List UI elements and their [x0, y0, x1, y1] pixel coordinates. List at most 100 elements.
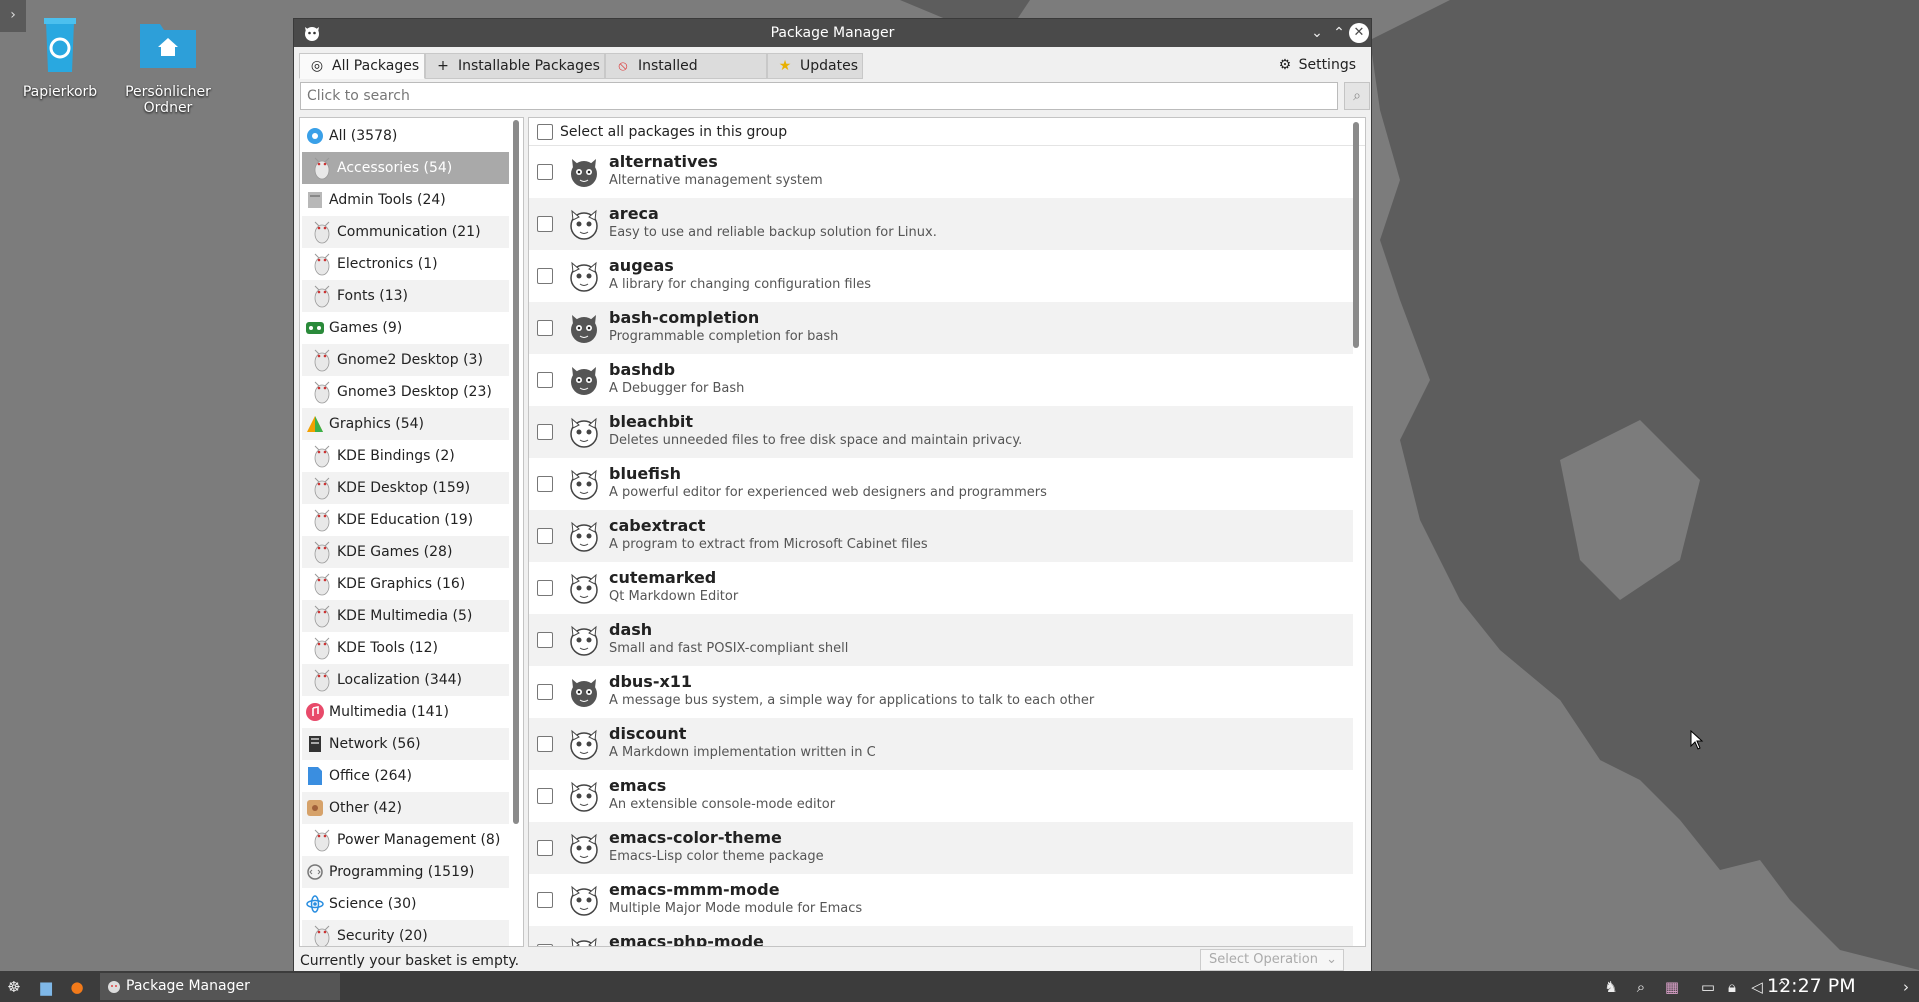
package-checkbox[interactable]: [537, 268, 553, 284]
package-row[interactable]: discount A Markdown implementation writte…: [529, 718, 1353, 770]
package-row[interactable]: cutemarked Qt Markdown Editor: [529, 562, 1353, 614]
package-row[interactable]: dbus-x11 A message bus system, a simple w…: [529, 666, 1353, 718]
package-checkbox[interactable]: [537, 892, 553, 908]
sidebar-group-item[interactable]: KDE Multimedia (5): [302, 600, 509, 632]
sidebar-group-item[interactable]: Other (42): [302, 792, 509, 824]
package-checkbox[interactable]: [537, 580, 553, 596]
package-row[interactable]: alternatives Alternative management syste…: [529, 146, 1353, 198]
package-row[interactable]: emacs-php-mode: [529, 926, 1353, 946]
package-row[interactable]: bash-completion Programmable completion f…: [529, 302, 1353, 354]
package-checkbox[interactable]: [537, 788, 553, 804]
sidebar-group-item[interactable]: All (3578): [302, 120, 509, 152]
search-icon: ⌕: [1353, 88, 1361, 104]
tab-all-packages[interactable]: ◎ All Packages: [299, 53, 425, 79]
package-list-scrollbar[interactable]: [1353, 122, 1359, 348]
monitor-icon[interactable]: ▦: [1662, 977, 1682, 997]
desktop-icon-trash[interactable]: Papierkorb: [0, 12, 120, 100]
volume-icon[interactable]: ◁: [1747, 977, 1767, 997]
desktop-icon-home[interactable]: Persönlicher Ordner: [108, 12, 228, 116]
search-input[interactable]: [300, 82, 1338, 110]
display-icon[interactable]: ▭: [1698, 977, 1718, 997]
package-list: alternatives Alternative management syste…: [529, 146, 1353, 946]
sidebar-group-item[interactable]: Programming (1519): [302, 856, 509, 888]
group-list-scrollbar[interactable]: [513, 120, 519, 824]
search-row: ⌕: [300, 82, 1370, 110]
sidebar-group-item[interactable]: KDE Bindings (2): [302, 440, 509, 472]
sidebar-group-item[interactable]: Security (20): [302, 920, 509, 946]
maximize-button[interactable]: ⌃: [1329, 23, 1349, 43]
games-icon: [305, 318, 325, 338]
search-icon[interactable]: ⌕: [1631, 977, 1651, 997]
clock[interactable]: 12:27 PM: [1767, 971, 1856, 1002]
taskbar-item-package-manager[interactable]: Package Manager: [100, 973, 340, 1000]
package-checkbox[interactable]: [537, 944, 553, 946]
package-checkbox[interactable]: [537, 216, 553, 232]
sidebar-group-item[interactable]: Admin Tools (24): [302, 184, 509, 216]
sidebar-group-item[interactable]: Electronics (1): [302, 248, 509, 280]
package-row[interactable]: bashdb A Debugger for Bash: [529, 354, 1353, 406]
package-checkbox[interactable]: [537, 424, 553, 440]
package-checkbox[interactable]: [537, 164, 553, 180]
window-titlebar[interactable]: Package Manager ⌄ ⌃ ✕: [294, 19, 1371, 47]
package-row[interactable]: emacs An extensible console-mode editor: [529, 770, 1353, 822]
package-row[interactable]: cabextract A program to extract from Micr…: [529, 510, 1353, 562]
sidebar-group-label: KDE Games (28): [337, 544, 453, 560]
package-checkbox[interactable]: [537, 840, 553, 856]
sidebar-group-item[interactable]: Multimedia (141): [302, 696, 509, 728]
sidebar-group-item[interactable]: KDE Games (28): [302, 536, 509, 568]
sidebar-group-item[interactable]: Fonts (13): [302, 280, 509, 312]
select-operation-dropdown[interactable]: Select Operation ⌄: [1200, 949, 1344, 971]
package-row[interactable]: bluefish A powerful editor for experience…: [529, 458, 1353, 510]
package-row[interactable]: augeas A library for changing configurati…: [529, 250, 1353, 302]
package-checkbox[interactable]: [537, 372, 553, 388]
package-name: discount: [609, 724, 687, 743]
tux-icon: [312, 667, 332, 693]
sidebar-group-item[interactable]: KDE Graphics (16): [302, 568, 509, 600]
application-launcher-icon[interactable]: ☸: [4, 977, 24, 997]
firefox-icon[interactable]: ●: [67, 977, 87, 997]
tab-updates[interactable]: ★ Updates: [767, 53, 863, 79]
package-checkbox[interactable]: [537, 684, 553, 700]
sidebar-group-item[interactable]: Games (9): [302, 312, 509, 344]
file-manager-icon[interactable]: ▆: [36, 977, 56, 997]
sidebar-group-item[interactable]: Accessories (54): [302, 152, 509, 184]
package-row[interactable]: areca Easy to use and reliable backup sol…: [529, 198, 1353, 250]
select-all-row[interactable]: Select all packages in this group: [529, 118, 1365, 146]
panel-options-icon[interactable]: ›: [1896, 977, 1916, 997]
sidebar-group-item[interactable]: Network (56): [302, 728, 509, 760]
sidebar-group-item[interactable]: KDE Tools (12): [302, 632, 509, 664]
package-checkbox[interactable]: [537, 320, 553, 336]
sidebar-group-item[interactable]: Graphics (54): [302, 408, 509, 440]
package-checkbox[interactable]: [537, 476, 553, 492]
settings-button[interactable]: ⚙ Settings: [1277, 53, 1356, 79]
sidebar-group-item[interactable]: Gnome2 Desktop (3): [302, 344, 509, 376]
minimize-button[interactable]: ⌄: [1307, 23, 1327, 43]
tab-installable-packages[interactable]: + Installable Packages: [425, 53, 605, 79]
sidebar-group-item[interactable]: Localization (344): [302, 664, 509, 696]
sidebar-group-item[interactable]: KDE Desktop (159): [302, 472, 509, 504]
sidebar-group-item[interactable]: Power Management (8): [302, 824, 509, 856]
sidebar-group-item[interactable]: Gnome3 Desktop (23): [302, 376, 509, 408]
app-icon: [305, 27, 319, 41]
package-row[interactable]: bleachbit Deletes unneeded files to free …: [529, 406, 1353, 458]
sidebar-group-item[interactable]: Office (264): [302, 760, 509, 792]
admin-tools-icon: [305, 190, 325, 210]
tab-installed-packages[interactable]: ⦸ Installed Packages: [605, 53, 767, 98]
package-row[interactable]: dash Small and fast POSIX-compliant shell: [529, 614, 1353, 666]
package-row[interactable]: emacs-color-theme Emacs-Lisp color theme …: [529, 822, 1353, 874]
package-checkbox[interactable]: [537, 528, 553, 544]
package-tray-icon[interactable]: ♞: [1601, 977, 1621, 997]
package-checkbox[interactable]: [537, 736, 553, 752]
select-all-checkbox[interactable]: [537, 124, 553, 140]
tux-icon: [312, 635, 332, 661]
tux-icon: [312, 603, 332, 629]
sidebar-group-item[interactable]: KDE Education (19): [302, 504, 509, 536]
package-row[interactable]: emacs-mmm-mode Multiple Major Mode module…: [529, 874, 1353, 926]
search-button[interactable]: ⌕: [1344, 82, 1370, 110]
lock-icon[interactable]: 🔒︎: [1722, 977, 1742, 997]
sidebar-group-item[interactable]: Communication (21): [302, 216, 509, 248]
package-checkbox[interactable]: [537, 632, 553, 648]
close-button[interactable]: ✕: [1349, 23, 1369, 43]
sidebar-group-item[interactable]: Science (30): [302, 888, 509, 920]
package-description: Emacs-Lisp color theme package: [609, 849, 824, 864]
